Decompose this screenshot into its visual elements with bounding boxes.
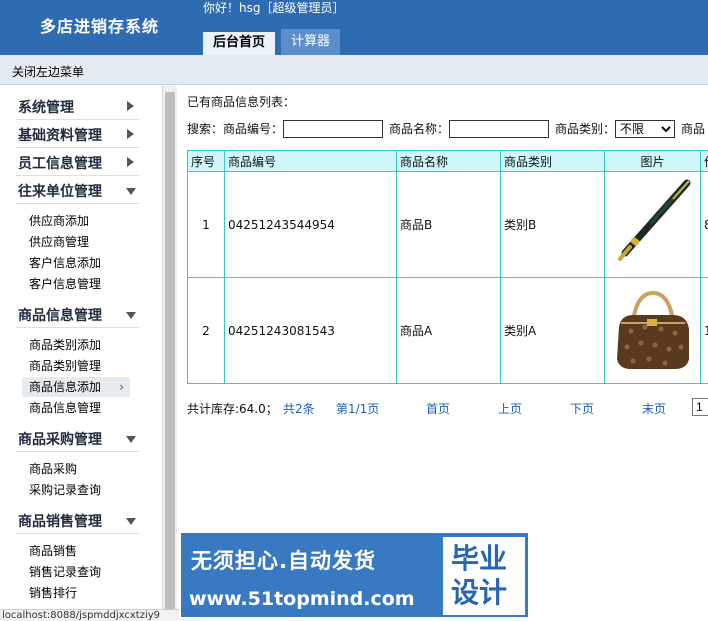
column-header-index: 序号 — [187, 150, 225, 172]
cell-code: 04251243544954 — [224, 171, 397, 278]
list-title: 已有商品信息列表： — [187, 95, 296, 109]
close-menu-link[interactable]: 关闭左边菜单 — [12, 63, 84, 80]
chevron-down-icon — [126, 312, 136, 319]
chevron-down-icon — [126, 436, 136, 443]
column-header-code: 商品编号 — [224, 150, 397, 172]
first-page-link[interactable]: 首页 — [426, 400, 450, 417]
goods-table: 序号 商品编号 商品名称 商品类别 图片 价 1 04251243544954 … — [187, 150, 708, 384]
watermark-url: www.51topmind.com — [189, 588, 415, 610]
table-row: 2 04251243081543 商品A 类别A 1 — [187, 277, 708, 384]
table-header-row: 序号 商品编号 商品名称 商品类别 图片 价 — [187, 150, 708, 172]
sidebar-item-category-manage[interactable]: 商品类别管理 — [22, 356, 130, 376]
name-input[interactable] — [449, 120, 549, 138]
sidebar-group-label: 往来单位管理 — [18, 184, 102, 200]
sidebar-group-sales[interactable]: 商品销售管理 — [16, 506, 140, 534]
sidebar-item-supplier-manage[interactable]: 供应商管理 — [22, 232, 130, 252]
watermark-slogan: 无须担心.自动发货 — [191, 549, 376, 573]
sidebar-group-staff[interactable]: 员工信息管理 — [16, 148, 140, 176]
cell-name: 商品B — [396, 171, 501, 278]
table-row: 1 04251243544954 商品B 类别B 8 — [187, 171, 708, 278]
name-label: 商品名称： — [389, 122, 450, 136]
chevron-right-icon: › — [119, 380, 124, 394]
sidebar-group-label: 基础资料管理 — [18, 128, 102, 144]
sidebar-item-customer-add[interactable]: 客户信息添加 — [22, 253, 130, 273]
chevron-right-icon — [127, 101, 134, 111]
sidebar-group-label: 商品信息管理 — [18, 308, 102, 324]
next-page-link[interactable]: 下页 — [570, 400, 594, 417]
chevron-down-icon — [126, 518, 136, 525]
sidebar-group-label: 员工信息管理 — [18, 156, 102, 172]
sidebar-item-customer-manage[interactable]: 客户信息管理 — [22, 274, 130, 294]
toolbar: 关闭左边菜单 — [0, 55, 708, 85]
cell-index: 2 — [187, 277, 225, 384]
sidebar-item-category-add[interactable]: 商品类别添加 — [22, 335, 130, 355]
watermark-badge: 毕业 设计 — [443, 537, 525, 615]
code-input[interactable] — [283, 120, 383, 138]
page-info: 第1/1页 — [336, 402, 380, 416]
stock-total: 共计库存:64.0； — [187, 402, 278, 416]
sidebar-item-sales[interactable]: 商品销售 — [22, 541, 130, 561]
sidebar-item-purchase[interactable]: 商品采购 — [22, 459, 130, 479]
cell-category: 类别A — [500, 277, 605, 384]
sidebar-group-goods[interactable]: 商品信息管理 — [16, 300, 140, 328]
search-row: 搜索： 商品编号： 商品名称： 商品类别： 不限 商品 — [187, 120, 708, 140]
handbag-image[interactable] — [611, 283, 695, 375]
sidebar-group-label: 系统管理 — [18, 100, 74, 116]
sidebar-item-sales-ranking[interactable]: 销售排行 — [22, 583, 130, 603]
sidebar-item-goods-manage[interactable]: 商品信息管理 — [22, 398, 130, 418]
pen-image[interactable] — [611, 177, 695, 269]
sidebar-item-label: 商品信息添加 — [29, 380, 102, 394]
code-label: 商品编号： — [223, 122, 284, 136]
sidebar-item-supplier-add[interactable]: 供应商添加 — [22, 211, 130, 231]
column-header-image: 图片 — [604, 150, 701, 172]
sidebar-group-label: 商品销售管理 — [18, 514, 102, 530]
user-greeting: 你好！hsg［超级管理员］ — [203, 1, 345, 15]
cell-extra: 8 — [700, 171, 708, 278]
sidebar-group-basic[interactable]: 基础资料管理 — [16, 120, 140, 148]
chevron-right-icon — [127, 157, 134, 167]
watermark-badge-bottom: 设计 — [451, 576, 508, 609]
column-header-name: 商品名称 — [396, 150, 501, 172]
search-label: 搜索： — [187, 122, 224, 136]
tab-calculator[interactable]: 计算器 — [281, 29, 341, 55]
watermark-badge-top: 毕业 — [451, 542, 508, 575]
cell-name: 商品A — [396, 277, 501, 384]
sidebar-item-purchase-records[interactable]: 采购记录查询 — [22, 480, 130, 500]
sidebar-group-partners[interactable]: 往来单位管理 — [16, 176, 140, 204]
sidebar-group-purchase[interactable]: 商品采购管理 — [16, 424, 140, 452]
cell-category: 类别B — [500, 171, 605, 278]
category-select[interactable]: 不限 — [615, 120, 675, 138]
sidebar-item-sales-records[interactable]: 销售记录查询 — [22, 562, 130, 582]
cell-index: 1 — [187, 171, 225, 278]
page-number-input[interactable] — [692, 398, 708, 416]
header-bar: 多店进销存系统 你好！hsg［超级管理员］ 后台首页 计算器 — [0, 0, 708, 55]
cell-extra: 1 — [700, 277, 708, 384]
chevron-right-icon — [127, 129, 134, 139]
sidebar-item-goods-add[interactable]: 商品信息添加 › — [22, 377, 130, 397]
category-label: 商品类别： — [555, 122, 616, 136]
last-page-link[interactable]: 末页 — [642, 400, 666, 417]
cell-image — [604, 277, 701, 384]
extra-search-label: 商品 — [681, 122, 706, 136]
cell-image — [604, 171, 701, 278]
record-count: 共2条 — [283, 402, 315, 416]
app-title: 多店进销存系统 — [40, 17, 160, 36]
column-header-category: 商品类别 — [500, 150, 605, 172]
tab-home[interactable]: 后台首页 — [203, 29, 276, 55]
column-header-extra: 价 — [700, 150, 708, 172]
sidebar-scroll-thumb[interactable] — [165, 92, 175, 612]
sidebar: 系统管理 基础资料管理 员工信息管理 往来单位管理 供应商添加 供应商管理 客户… — [0, 86, 162, 621]
cell-code: 04251243081543 — [224, 277, 397, 384]
chevron-down-icon — [126, 188, 136, 195]
prev-page-link[interactable]: 上页 — [498, 400, 522, 417]
watermark-banner: 无须担心.自动发货 www.51topmind.com 毕业 设计 — [179, 531, 530, 619]
sidebar-group-label: 商品采购管理 — [18, 432, 102, 448]
browser-status-url: localhost:8088/jspmddjxcxtziy9 — [0, 609, 200, 621]
pager: 共计库存:64.0； 共2条 第1/1页 首页 上页 下页 末页 — [187, 398, 708, 420]
sidebar-group-system[interactable]: 系统管理 — [16, 92, 140, 120]
